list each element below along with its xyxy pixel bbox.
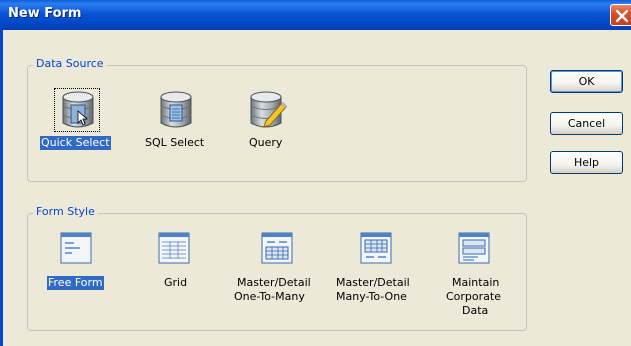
form-style-legend: Form Style: [33, 205, 98, 218]
free-form-label: Free Form: [47, 276, 104, 290]
help-button[interactable]: Help: [550, 151, 623, 174]
maintain-corporate-data-label-line1: Maintain: [452, 276, 500, 289]
maintain-corporate-data-label-line2: Corporate: [446, 290, 501, 303]
cancel-button[interactable]: Cancel: [550, 112, 623, 135]
master-detail-many-to-one-label-line1: Master/Detail: [336, 276, 410, 289]
window-frame: [0, 30, 3, 346]
window-title: New Form: [8, 6, 82, 21]
grid-label: Grid: [164, 276, 188, 289]
sql-select-label: SQL Select: [145, 136, 205, 149]
ok-button[interactable]: OK: [550, 70, 623, 93]
grid-option[interactable]: Grid: [150, 232, 198, 292]
title-bar: New Form: [0, 0, 631, 30]
database-sql-select-icon: [160, 91, 192, 128]
close-button[interactable]: [610, 4, 631, 26]
master-detail-many-to-one-option[interactable]: Master/Detail Many-To-One: [332, 232, 426, 312]
maintain-corporate-data-option[interactable]: Maintain Corporate Data: [440, 232, 510, 326]
master-detail-many-to-one-icon: [360, 232, 392, 264]
grid-icon: [158, 232, 190, 264]
sql-select-option[interactable]: SQL Select: [137, 86, 217, 156]
master-detail-one-to-many-icon: [261, 232, 293, 264]
free-form-icon: [60, 232, 92, 264]
master-detail-one-to-many-label-line1: Master/Detail: [237, 276, 311, 289]
quick-select-option[interactable]: Quick Select: [38, 86, 120, 156]
query-label: Query: [249, 136, 283, 149]
master-detail-one-to-many-label-line2: One-To-Many: [234, 290, 305, 303]
master-detail-many-to-one-label-line2: Many-To-One: [336, 290, 407, 303]
maintain-corporate-data-label-line3: Data: [462, 304, 489, 317]
database-query-icon: [250, 91, 288, 128]
free-form-option[interactable]: Free Form: [44, 232, 112, 292]
data-source-legend: Data Source: [33, 57, 107, 70]
maintain-corporate-data-icon: [458, 232, 490, 264]
database-quick-select-icon: [62, 91, 94, 128]
query-option[interactable]: Query: [232, 86, 302, 156]
master-detail-one-to-many-option[interactable]: Master/Detail One-To-Many: [232, 232, 326, 312]
close-icon: [615, 9, 629, 23]
quick-select-label: Quick Select: [40, 136, 111, 150]
